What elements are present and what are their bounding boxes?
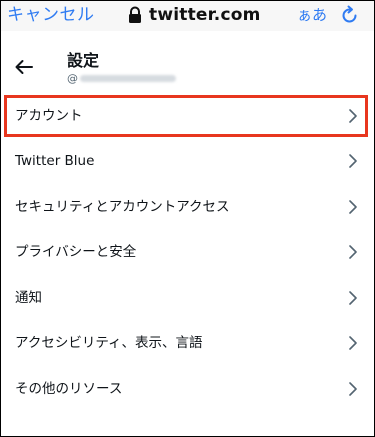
account-handle: @ — [67, 72, 176, 85]
menu-item-label: セキュリティとアカウントアクセス — [15, 198, 230, 215]
menu-item-label: その他のリソース — [15, 380, 123, 397]
settings-menu: アカウント Twitter Blue セキュリティとアカウントアクセス プライバ… — [1, 93, 374, 412]
menu-item-twitter-blue[interactable]: Twitter Blue — [1, 139, 374, 185]
menu-item-additional-resources[interactable]: その他のリソース — [1, 366, 374, 412]
menu-item-label: アカウント — [15, 107, 83, 124]
chevron-right-icon — [349, 245, 357, 260]
browser-toolbar: キャンセル twitter.com ぁあ — [1, 1, 374, 31]
reload-icon[interactable] — [340, 5, 360, 25]
chevron-right-icon — [349, 381, 357, 396]
page-title: 設定 — [67, 51, 100, 70]
url-text: twitter.com — [149, 5, 261, 25]
app-frame: キャンセル twitter.com ぁあ 設定 @ アカウント Twitter … — [0, 0, 375, 437]
handle-prefix: @ — [67, 72, 78, 85]
menu-item-security[interactable]: セキュリティとアカウントアクセス — [1, 184, 374, 230]
menu-item-label: Twitter Blue — [15, 153, 95, 170]
menu-item-notifications[interactable]: 通知 — [1, 275, 374, 321]
menu-item-label: アクセシビリティ、表示、言語 — [15, 335, 203, 352]
arrow-left-icon[interactable] — [14, 59, 34, 75]
chevron-right-icon — [349, 290, 357, 305]
settings-header: 設定 @ — [1, 31, 374, 93]
text-size-button[interactable]: ぁあ — [297, 6, 327, 24]
address-bar[interactable]: twitter.com — [127, 4, 261, 26]
menu-item-account[interactable]: アカウント — [1, 93, 374, 139]
blurred-username — [80, 75, 176, 82]
menu-item-privacy[interactable]: プライバシーと安全 — [1, 230, 374, 276]
chevron-right-icon — [349, 336, 357, 351]
menu-item-label: プライバシーと安全 — [15, 244, 137, 261]
menu-item-accessibility[interactable]: アクセシビリティ、表示、言語 — [1, 321, 374, 367]
lock-icon — [129, 6, 141, 23]
cancel-button[interactable]: キャンセル — [7, 5, 95, 25]
chevron-right-icon — [349, 199, 357, 214]
chevron-right-icon — [349, 108, 357, 123]
menu-item-label: 通知 — [15, 289, 42, 306]
chevron-right-icon — [349, 154, 357, 169]
